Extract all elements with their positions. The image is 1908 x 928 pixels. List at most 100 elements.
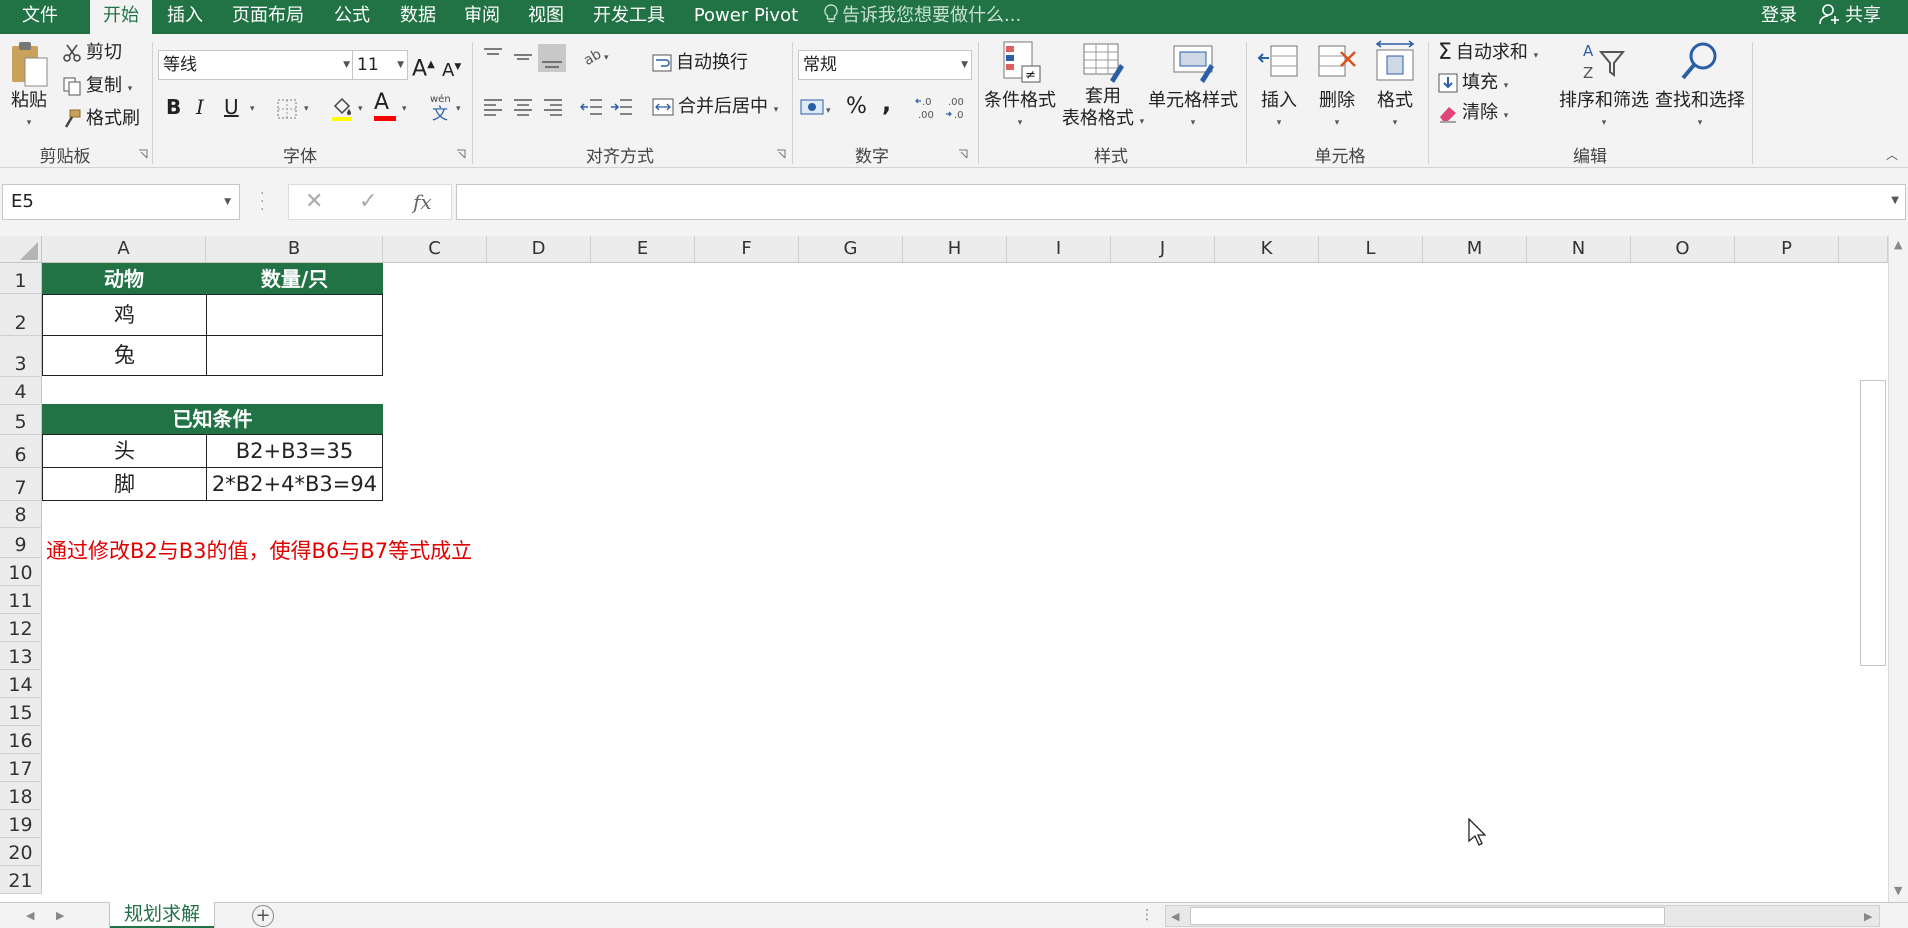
row-header[interactable]: 3 bbox=[0, 336, 42, 377]
conditional-caret-icon[interactable]: ▾ bbox=[982, 112, 1058, 134]
next-sheet-icon[interactable]: ▶ bbox=[56, 909, 64, 922]
fill-button[interactable]: 填充 ▾ bbox=[1438, 72, 1508, 97]
header-known-conditions[interactable]: 已知条件 bbox=[42, 404, 383, 434]
column-header[interactable]: F bbox=[695, 236, 799, 263]
increase-font-button[interactable]: A▲ bbox=[412, 54, 435, 80]
phonetic-icon[interactable]: wén文 bbox=[428, 92, 454, 122]
merge-center-button[interactable]: 合并后居中 ▾ bbox=[652, 96, 778, 121]
cell-styles-button[interactable]: 单元格样式 ▾ bbox=[1148, 40, 1238, 134]
row-header[interactable]: 14 bbox=[0, 670, 42, 698]
fill-color-caret-icon[interactable]: ▾ bbox=[358, 98, 363, 120]
cell-b6[interactable]: B2+B3=35 bbox=[206, 434, 383, 468]
formula-input[interactable]: ▼ bbox=[456, 184, 1906, 220]
align-bottom-icon[interactable] bbox=[538, 44, 566, 72]
worksheet-grid[interactable]: ABCDEFGHIJKLMNOP 1 2 3 4 5 6 7 8 9 10 11 12 13 14 15 16… bbox=[0, 236, 1888, 902]
row-header[interactable]: 13 bbox=[0, 642, 42, 670]
column-header[interactable]: J bbox=[1111, 236, 1215, 263]
insert-cells-button[interactable]: 插入 ▾ bbox=[1256, 40, 1302, 134]
column-header[interactable]: O bbox=[1631, 236, 1735, 263]
cell-b3[interactable] bbox=[206, 335, 383, 376]
column-header[interactable]: N bbox=[1527, 236, 1631, 263]
sort-filter-caret-icon[interactable]: ▾ bbox=[1558, 112, 1650, 134]
menu-power-pivot[interactable]: Power Pivot bbox=[690, 0, 802, 34]
row-header[interactable]: 9 bbox=[0, 528, 42, 558]
decrease-font-button[interactable]: A▼ bbox=[442, 56, 461, 82]
underline-caret-icon[interactable]: ▾ bbox=[250, 98, 255, 120]
cell-a6[interactable]: 头 bbox=[42, 434, 207, 468]
row-header[interactable]: 8 bbox=[0, 501, 42, 528]
underline-button[interactable]: U bbox=[224, 96, 239, 118]
menu-insert[interactable]: 插入 bbox=[158, 0, 212, 34]
scroll-right-icon[interactable]: ▶ bbox=[1864, 910, 1872, 923]
font-color-caret-icon[interactable]: ▾ bbox=[402, 98, 407, 120]
row-header[interactable]: 20 bbox=[0, 838, 42, 866]
table-format-caret-icon[interactable]: ▾ bbox=[1140, 117, 1145, 127]
cell-styles-caret-icon[interactable]: ▾ bbox=[1148, 112, 1238, 134]
delete-cells-caret-icon[interactable]: ▾ bbox=[1314, 112, 1360, 134]
copy-button[interactable]: 复制 ▾ bbox=[62, 75, 132, 100]
column-header[interactable]: K bbox=[1215, 236, 1319, 263]
find-select-caret-icon[interactable]: ▾ bbox=[1654, 112, 1746, 134]
sort-filter-button[interactable]: AZ 排序和筛选 ▾ bbox=[1558, 40, 1650, 134]
menu-review[interactable]: 审阅 bbox=[456, 0, 508, 34]
menu-developer[interactable]: 开发工具 bbox=[586, 0, 672, 34]
italic-button[interactable]: I bbox=[196, 96, 204, 118]
column-header[interactable]: L bbox=[1319, 236, 1423, 263]
horizontal-scrollbar[interactable]: ◀ ▶ bbox=[1165, 905, 1880, 927]
cut-button[interactable]: 剪切 bbox=[62, 42, 122, 64]
row-header[interactable]: 12 bbox=[0, 614, 42, 642]
confirm-icon[interactable]: ✓ bbox=[359, 185, 377, 219]
format-as-table-button[interactable]: 套用 表格格式 ▾ bbox=[1058, 40, 1148, 133]
orientation-icon[interactable]: ab ▾ bbox=[582, 46, 612, 68]
row-header[interactable]: 16 bbox=[0, 726, 42, 754]
delete-cells-button[interactable]: 删除 ▾ bbox=[1314, 40, 1360, 134]
sheet-tab-solver[interactable]: 规划求解 bbox=[110, 902, 214, 928]
note-text[interactable]: 通过修改B2与B3的值，使得B6与B7等式成立 bbox=[46, 535, 472, 565]
clipboard-launcher-icon[interactable] bbox=[138, 149, 148, 159]
menu-data[interactable]: 数据 bbox=[392, 0, 444, 34]
cancel-icon[interactable]: ✕ bbox=[305, 185, 323, 219]
scroll-up-icon[interactable]: ▲ bbox=[1894, 238, 1902, 251]
row-header[interactable]: 11 bbox=[0, 586, 42, 614]
row-header[interactable]: 18 bbox=[0, 782, 42, 810]
scroll-down-icon[interactable]: ▼ bbox=[1894, 884, 1902, 897]
font-name-select[interactable]: 等线 ▼ bbox=[158, 50, 354, 80]
select-all-corner[interactable] bbox=[0, 236, 42, 263]
font-size-select[interactable]: 11 ▼ bbox=[352, 50, 408, 80]
column-header-partial[interactable] bbox=[1839, 236, 1888, 263]
format-cells-button[interactable]: 格式 ▾ bbox=[1372, 40, 1418, 134]
column-header[interactable]: H bbox=[903, 236, 1007, 263]
column-header[interactable]: P bbox=[1735, 236, 1839, 263]
increase-decimal-icon[interactable]: .0.00 bbox=[914, 94, 942, 122]
conditional-format-button[interactable]: ≠ 条件格式 ▾ bbox=[982, 40, 1058, 134]
percent-button[interactable]: % bbox=[846, 96, 867, 118]
row-header[interactable]: 10 bbox=[0, 558, 42, 586]
formula-bar-grip[interactable]: · · · bbox=[260, 187, 264, 217]
paste-button[interactable]: 粘贴 ▾ bbox=[6, 40, 52, 134]
tell-me-search[interactable]: 告诉我您想要做什么... bbox=[824, 0, 1021, 34]
cell-a3[interactable]: 兔 bbox=[42, 335, 207, 376]
column-header[interactable]: A bbox=[42, 236, 206, 263]
comma-button[interactable]: , bbox=[882, 91, 891, 115]
insert-function-icon[interactable]: fx bbox=[413, 185, 432, 219]
share-button[interactable]: 共享 bbox=[1819, 0, 1881, 34]
row-header[interactable]: 7 bbox=[0, 468, 42, 501]
decrease-decimal-icon[interactable]: .00.0 bbox=[944, 94, 972, 122]
currency-icon[interactable]: ▾ bbox=[800, 96, 836, 120]
number-format-select[interactable]: 常规 ▼ bbox=[798, 50, 972, 80]
expand-formula-icon[interactable]: ▼ bbox=[1891, 195, 1899, 206]
add-sheet-icon[interactable]: + bbox=[252, 905, 274, 927]
paste-caret-icon[interactable]: ▾ bbox=[6, 112, 52, 134]
column-header[interactable]: E bbox=[591, 236, 695, 263]
vertical-scroll-thumb[interactable] bbox=[1860, 380, 1886, 666]
menu-home[interactable]: 开始 bbox=[90, 0, 152, 34]
row-header[interactable]: 4 bbox=[0, 377, 42, 405]
increase-indent-icon[interactable] bbox=[610, 96, 634, 118]
menu-file[interactable]: 文件 bbox=[0, 0, 80, 34]
align-top-icon[interactable] bbox=[482, 46, 504, 68]
align-middle-icon[interactable] bbox=[512, 46, 534, 68]
scroll-left-icon[interactable]: ◀ bbox=[1171, 910, 1179, 923]
column-header[interactable]: C bbox=[383, 236, 487, 263]
border-caret-icon[interactable]: ▾ bbox=[304, 98, 309, 120]
decrease-indent-icon[interactable] bbox=[580, 96, 604, 118]
